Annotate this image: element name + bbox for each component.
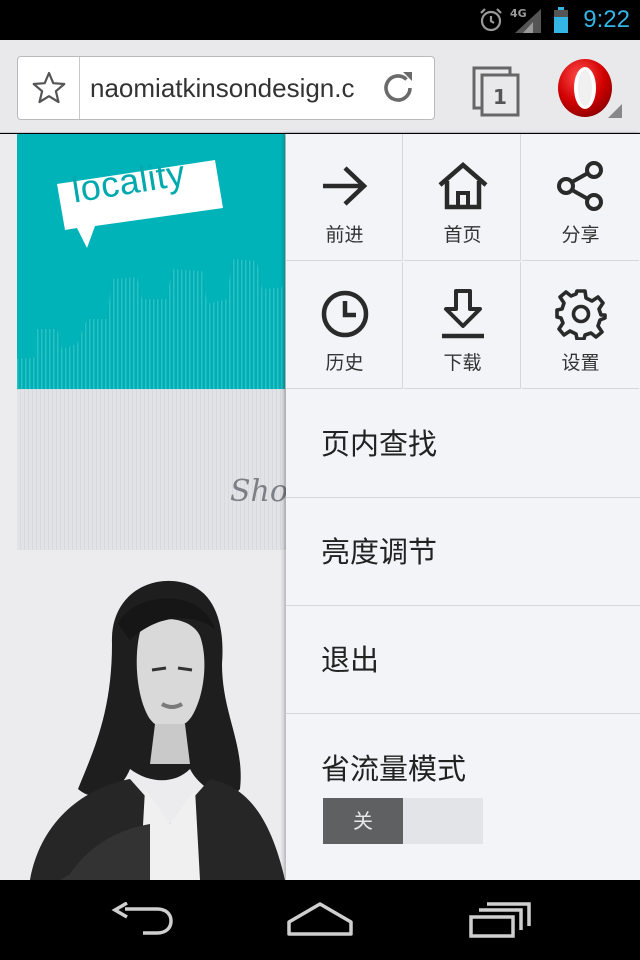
data-saver-toggle[interactable]: 关 (323, 798, 483, 844)
history-clock-icon (321, 290, 368, 338)
menu-history-label: 历史 (325, 352, 364, 374)
tabs-icon: 1 (472, 66, 520, 117)
menu-forward-label: 前进 (325, 224, 364, 246)
forward-arrow-icon (322, 166, 367, 206)
recent-apps-icon (469, 902, 531, 938)
menu-exit[interactable]: 退出 (286, 606, 640, 714)
locality-banner[interactable]: locality (17, 134, 285, 389)
address-bar[interactable]: naomiatkinsondesign.c (17, 56, 435, 120)
exit-label: 退出 (321, 643, 380, 677)
battery-icon (552, 0, 570, 40)
nav-home-button[interactable] (275, 890, 365, 950)
menu-home-label: 首页 (443, 224, 482, 246)
android-nav-bar (0, 880, 640, 960)
menu-download-button[interactable]: 下载 (404, 262, 521, 389)
network-type-label: 4G (510, 7, 527, 20)
menu-forward-button[interactable]: 前进 (286, 134, 403, 261)
download-icon (441, 289, 484, 339)
browser-toolbar: naomiatkinsondesign.c 1 (0, 40, 640, 133)
menu-find-in-page[interactable]: 页内查找 (286, 390, 640, 498)
menu-settings-button[interactable]: 设置 (522, 262, 639, 389)
menu-history-button[interactable]: 历史 (286, 262, 403, 389)
back-icon (111, 902, 173, 935)
designer-portrait-photo (30, 580, 285, 880)
menu-home-button[interactable]: 首页 (404, 134, 521, 261)
status-bar: 4G 9:22 (0, 0, 640, 40)
clock-time: 9:22 (583, 6, 630, 33)
signal-icon: 4G (509, 0, 543, 40)
find-in-page-label: 页内查找 (321, 427, 438, 461)
reload-icon (384, 72, 412, 102)
menu-download-label: 下载 (443, 352, 482, 374)
home-icon (438, 162, 487, 210)
menu-brightness[interactable]: 亮度调节 (286, 498, 640, 606)
url-text[interactable]: naomiatkinsondesign.c (90, 57, 370, 119)
menu-share-button[interactable]: 分享 (522, 134, 639, 261)
opera-menu-panel: 前进 首页 分享 历史 下载 设置 页内查找 亮度调节 退出 省流量模式 关 (286, 134, 640, 880)
star-icon (32, 71, 65, 104)
settings-gear-icon (554, 289, 607, 340)
menu-data-saver: 省流量模式 关 (286, 714, 640, 880)
brightness-label: 亮度调节 (321, 535, 438, 569)
tabs-button[interactable]: 1 (470, 64, 524, 118)
bookmark-star-button[interactable] (18, 57, 80, 119)
city-skyline-graphic (17, 259, 285, 389)
tab-count: 1 (493, 85, 507, 109)
data-saver-toggle-state: 关 (323, 798, 403, 844)
share-icon (556, 161, 603, 211)
home-nav-icon (287, 902, 353, 936)
card-caption-area (17, 390, 285, 550)
opera-menu-button[interactable] (552, 58, 624, 120)
nav-back-button[interactable] (98, 890, 188, 950)
card-caption: Sho (230, 474, 288, 509)
opera-logo-icon (558, 59, 622, 118)
menu-settings-label: 设置 (561, 352, 600, 374)
nav-recent-apps-button[interactable] (455, 890, 545, 950)
alarm-icon (478, 0, 504, 40)
menu-share-label: 分享 (561, 224, 600, 246)
data-saver-label: 省流量模式 (321, 752, 467, 786)
reload-button[interactable] (372, 57, 424, 119)
